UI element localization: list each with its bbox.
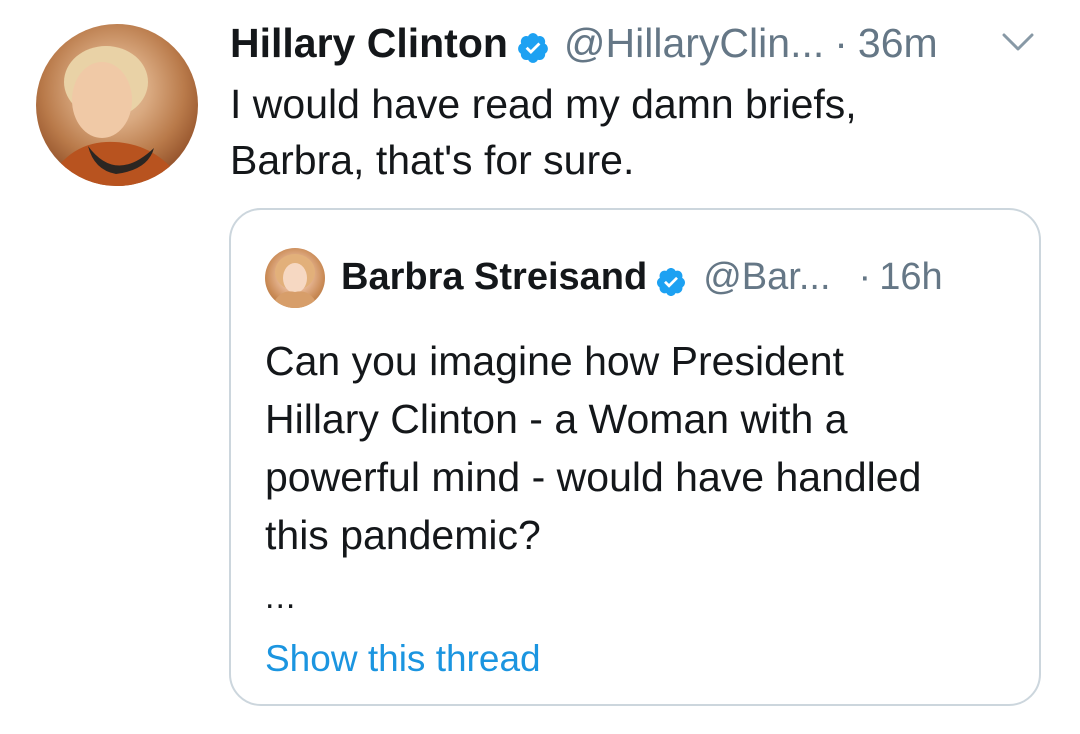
show-thread-link[interactable]: Show this thread [265, 634, 541, 684]
author-avatar[interactable] [36, 24, 198, 186]
tweet-text-line: I would have read my damn briefs, [230, 81, 857, 127]
tweet-header: Hillary Clinton @HillaryClin... · 36m [230, 18, 938, 68]
quoted-tweet-header: Barbra Streisand @Bar... · 16h [341, 252, 943, 302]
avatar-photo-icon [46, 46, 186, 186]
separator-dot: · [834, 20, 848, 66]
quoted-text-line: powerful mind - would have handled [265, 454, 922, 500]
quoted-avatar-photo-icon [271, 254, 319, 308]
verified-badge-icon [655, 261, 687, 296]
verified-badge-icon [516, 26, 550, 63]
chevron-down-icon[interactable] [1000, 30, 1036, 54]
tweet-text: I would have read my damn briefs, Barbra… [230, 76, 857, 188]
quoted-tweet-text: Can you imagine how President Hillary Cl… [265, 332, 921, 564]
tweet[interactable]: Hillary Clinton @HillaryClin... · 36m I … [0, 0, 1080, 734]
separator-dot: · [858, 256, 872, 298]
quoted-tweet-timestamp[interactable]: 16h [879, 252, 942, 302]
quoted-text-line: Hillary Clinton - a Woman with a [265, 396, 848, 442]
author-handle[interactable]: @HillaryClin... [564, 18, 824, 68]
quoted-text-line: Can you imagine how President [265, 338, 844, 384]
author-name[interactable]: Hillary Clinton [230, 18, 508, 68]
quoted-tweet-card[interactable]: Barbra Streisand @Bar... · 16h Can you i… [229, 208, 1041, 706]
tweet-timestamp[interactable]: 36m [858, 18, 938, 68]
tweet-text-line: Barbra, that's for sure. [230, 137, 635, 183]
quoted-author-name[interactable]: Barbra Streisand [341, 252, 647, 302]
quoted-author-avatar[interactable] [265, 248, 325, 308]
truncation-ellipsis: ... [265, 578, 297, 616]
quoted-author-handle[interactable]: @Bar... [703, 252, 830, 302]
quoted-text-line: this pandemic? [265, 512, 541, 558]
